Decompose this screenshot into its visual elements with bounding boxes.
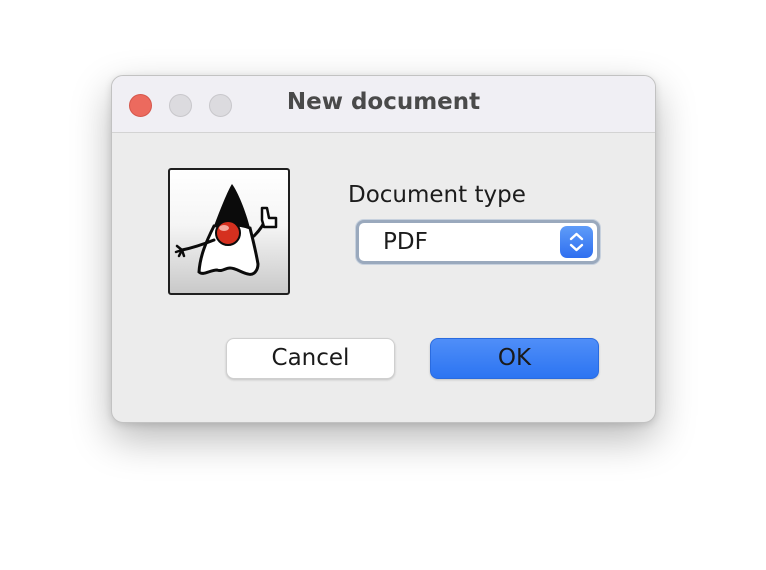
new-document-dialog: New document Document type PDF Cancel OK xyxy=(111,75,656,423)
window-title: New document xyxy=(286,89,481,115)
document-type-select[interactable]: PDF xyxy=(356,220,600,264)
selected-document-type: PDF xyxy=(383,229,428,255)
ok-button[interactable]: OK xyxy=(430,338,599,379)
duke-mascot-graphic xyxy=(174,184,278,276)
title-bar[interactable]: New document xyxy=(112,76,655,133)
document-type-label: Document type xyxy=(348,182,526,208)
up-down-chevron-icon[interactable] xyxy=(560,226,593,258)
cancel-button[interactable]: Cancel xyxy=(226,338,395,379)
java-duke-icon xyxy=(168,168,290,295)
